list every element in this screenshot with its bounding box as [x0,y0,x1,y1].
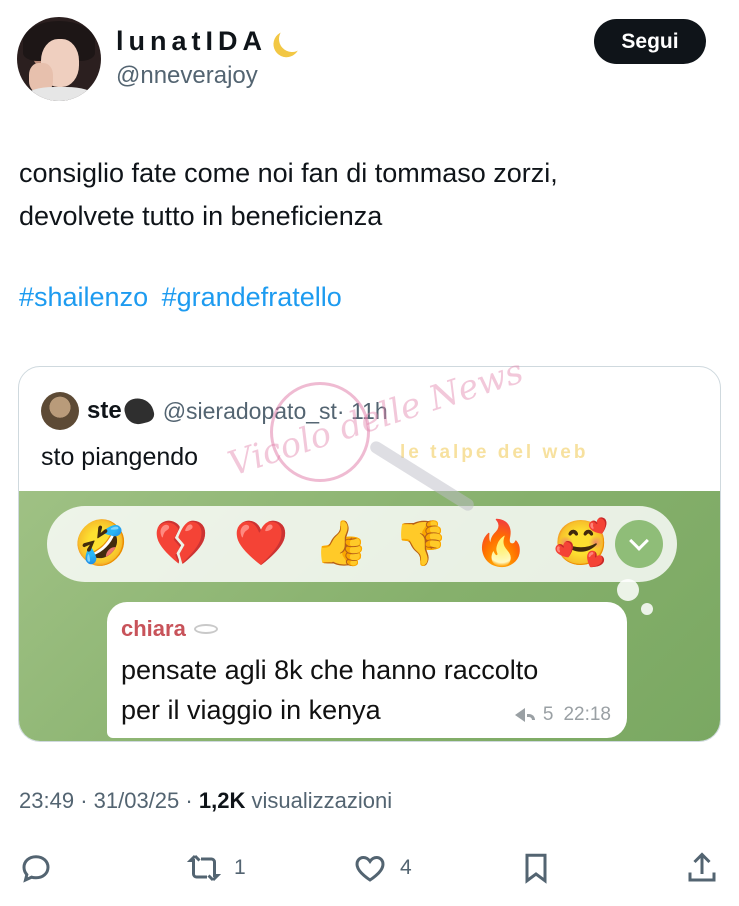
retweet-icon [186,854,222,882]
thumbs-up-emoji-icon: 👍 [313,518,369,569]
view-count: 1,2K [198,788,246,813]
broken-heart-emoji-icon: 💔 [153,518,209,569]
avatar-shirt [27,87,93,101]
reply-arrow-icon [514,708,525,722]
tweet-time[interactable]: 23:49 [19,788,74,813]
tweet-text-line: devolvete tutto in beneficienza [19,201,383,231]
comment-icon [22,855,50,883]
like-button[interactable]: 4 [352,840,412,896]
eye-icon [193,624,218,634]
quoted-tweet-text: sto piangendo [41,443,199,471]
retweet-count: 1 [234,856,246,879]
expand-reactions-button [615,520,663,568]
author-display-name[interactable]: lunatIDA [116,24,293,57]
thumbs-down-emoji-icon: 👎 [393,518,449,569]
chat-message: chiara pensate agli 8k che hanno raccolt… [107,602,627,738]
rofl-emoji-icon: 🤣 [73,518,129,569]
hashtag-link[interactable]: #grandefratello [162,282,342,312]
views-label: visualizzazioni [251,788,393,813]
tweet-header: lunatIDA @nneverajoy Segui [0,0,739,110]
chevron-down-icon [629,531,649,551]
author-name-text: lunatIDA [116,26,267,56]
tweet-text-line: consiglio fate come noi fan di tommaso z… [19,158,558,188]
follow-button[interactable]: Segui [594,19,706,64]
hashtags: #shailenzo #grandefratello [19,282,348,313]
author-handle[interactable]: @nneverajoy [116,62,258,90]
bubble-dot [641,603,653,615]
watermark-banner: le talpe del web [400,442,589,463]
message-meta: 5 22:18 [514,704,611,726]
tweet-timestamp: 23:49 · 31/03/25 · 1,2K visualizzazioni [19,788,392,814]
action-bar: 1 4 [0,840,739,900]
reply-arrow-tail [526,714,535,720]
quoted-author-name[interactable]: ste [87,397,122,425]
smiling-hearts-emoji-icon: 🥰 [553,518,609,569]
message-sender-name: chiara [121,616,186,641]
fire-emoji-icon: 🔥 [473,518,529,569]
separator: · [80,788,88,813]
separator: · [185,788,193,813]
bookmark-button[interactable] [518,840,554,896]
message-time: 22:18 [563,704,611,725]
bookmark-icon [525,853,547,884]
author-avatar[interactable] [17,17,101,101]
horse-icon [121,394,156,428]
tweet-text: consiglio fate come noi fan di tommaso z… [19,152,719,238]
retweet-button[interactable]: 1 [186,840,246,896]
share-button[interactable] [684,840,720,896]
red-heart-emoji-icon: ❤️ [233,518,289,569]
message-sender: chiara [121,616,218,642]
message-text-line: pensate agli 8k che hanno raccolto [121,655,539,685]
bubble-dot [617,579,639,601]
heart-icon [355,855,385,882]
reply-button[interactable] [18,840,54,896]
message-reply-count: 5 [542,704,554,725]
quoted-author-avatar[interactable] [41,392,79,430]
reaction-bar: 🤣 💔 ❤️ 👍 👎 🔥 🥰 [47,506,677,582]
chat-screenshot: 🤣 💔 ❤️ 👍 👎 🔥 🥰 chiara pensate agli 8k ch… [19,491,720,741]
share-icon [688,852,716,882]
crescent-moon-icon [275,22,308,55]
tweet-date[interactable]: 31/03/25 [94,788,180,813]
hashtag-link[interactable]: #shailenzo [19,282,148,312]
like-count: 4 [400,856,412,879]
